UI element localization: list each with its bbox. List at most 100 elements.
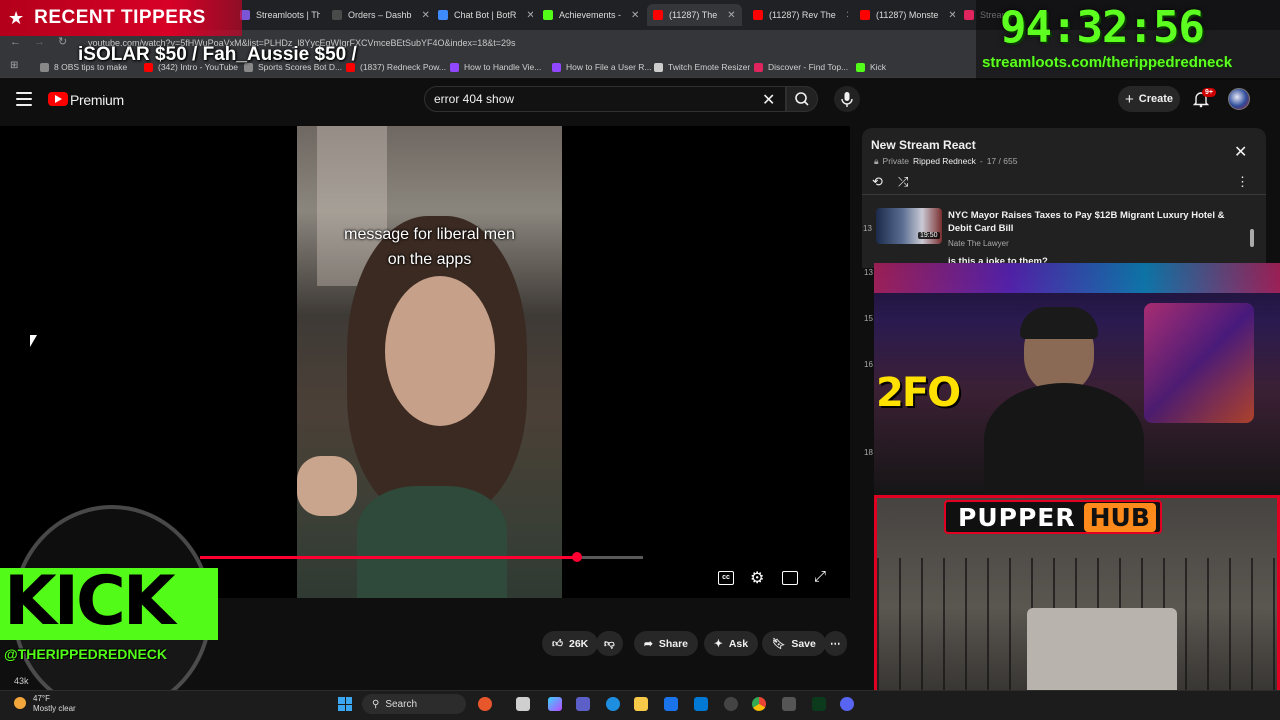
file-explorer-icon[interactable]	[634, 697, 648, 711]
windows-start-icon[interactable]	[338, 697, 352, 711]
bookmark-item[interactable]: Twitch Emote Resizer	[654, 60, 750, 74]
weather-desc: Mostly clear	[33, 704, 76, 713]
playlist-owner[interactable]: Ripped Redneck	[913, 156, 976, 167]
bookmark-label: How to File a User R...	[566, 62, 652, 72]
video-frame[interactable]	[297, 126, 562, 598]
playlist-title[interactable]: New Stream React	[871, 138, 976, 152]
browser-tab[interactable]: Streamloots | Th✕	[240, 4, 320, 26]
tab-favicon-icon	[332, 10, 342, 20]
taskbar-search[interactable]: ⚲ Search	[362, 694, 466, 714]
bookmark-item[interactable]: Kick	[856, 60, 886, 74]
weather-widget[interactable]: 47°F Mostly clear	[33, 694, 76, 714]
ask-button[interactable]: ✦ Ask	[704, 631, 759, 656]
hub-label: HUB	[1083, 502, 1156, 532]
store-icon[interactable]	[664, 697, 678, 711]
browser-tab[interactable]: (11287) Rev The ✕	[753, 4, 848, 26]
tab-favicon-icon	[543, 10, 553, 20]
youtube-logo-icon[interactable]	[48, 92, 68, 106]
save-label: Save	[791, 637, 816, 650]
share-button[interactable]: ➦ Share	[634, 631, 698, 656]
tab-favicon-icon	[964, 10, 974, 20]
terminal-icon[interactable]	[812, 697, 826, 711]
browser-tab[interactable]: Chat Bot | BotR ✕	[438, 4, 533, 26]
tab-favicon-icon	[860, 10, 870, 20]
search-input[interactable]	[434, 92, 734, 106]
playlist-divider	[862, 194, 1266, 195]
sparkle-icon: ✦	[714, 637, 723, 650]
apps-grid-icon[interactable]: ⊞	[10, 60, 18, 71]
playlist-item-title[interactable]: NYC Mayor Raises Taxes to Pay $12B Migra…	[948, 209, 1228, 235]
close-tab-icon[interactable]: ✕	[526, 10, 533, 21]
reload-icon[interactable]: ↻	[58, 35, 67, 48]
playlist-privacy: Private	[882, 156, 909, 166]
playlist-index: 15	[864, 314, 873, 323]
shuffle-icon[interactable]: ⤮	[898, 174, 908, 190]
dislike-button[interactable]: 👎︎	[596, 631, 623, 656]
save-button[interactable]: 🔖︎ Save	[762, 631, 826, 656]
more-actions-button[interactable]: ⋯	[824, 631, 847, 656]
search-button[interactable]	[786, 86, 818, 112]
outlook-icon[interactable]	[694, 697, 708, 711]
account-avatar[interactable]	[1228, 88, 1250, 110]
search-icon: ⚲	[372, 698, 380, 710]
edge-icon[interactable]	[606, 697, 620, 711]
browser-tab[interactable]: Orders – Dashb ✕	[332, 4, 432, 26]
subathon-timer: 94:32:56	[1000, 2, 1205, 53]
close-tab-icon[interactable]: ✕	[846, 10, 848, 21]
subtitles-icon[interactable]: cc	[718, 571, 734, 585]
playlist-item-channel[interactable]: Nate The Lawyer	[948, 239, 1009, 248]
bookmark-favicon-icon	[450, 62, 459, 72]
fullscreen-icon[interactable]: ⤢	[814, 568, 826, 585]
obs-icon[interactable]	[724, 697, 738, 711]
tab-label: Achievements -	[559, 10, 622, 20]
teams-icon[interactable]	[576, 697, 590, 711]
close-tab-icon[interactable]: ✕	[422, 10, 430, 21]
close-tab-icon[interactable]: ✕	[727, 10, 735, 21]
playlist-more-icon[interactable]: ⋮	[1236, 174, 1249, 190]
chrome-icon[interactable]	[752, 697, 766, 711]
browser-tab[interactable]: (11287) Monste ✕	[860, 4, 955, 26]
bookmark-item[interactable]: Discover - Find Top...	[754, 60, 848, 74]
bookmark-item[interactable]: How to Handle Vie...	[450, 60, 541, 74]
app-icon[interactable]	[782, 697, 796, 711]
streamloots-url: streamloots.com/therippedredneck	[982, 54, 1233, 71]
bookmark-label: (1837) Redneck Pow...	[360, 62, 446, 72]
tab-favicon-icon	[653, 10, 663, 20]
bookmark-favicon-icon	[856, 62, 865, 72]
share-label: Share	[658, 637, 688, 650]
browser-tab[interactable]: (11287) The ✕	[647, 4, 742, 26]
tab-label: Orders – Dashb	[348, 10, 412, 20]
notification-count-badge: 9+	[1202, 88, 1216, 97]
youtube-premium-label[interactable]: Premium	[70, 92, 124, 108]
task-view-icon[interactable]	[516, 697, 530, 711]
back-icon[interactable]: ←	[10, 36, 21, 48]
kick-handle: @THERIPPEDREDNECK	[4, 646, 168, 662]
loop-icon[interactable]: ⟲	[872, 174, 883, 190]
bookmark-item[interactable]: (1837) Redneck Pow...	[346, 60, 446, 74]
copilot-icon[interactable]	[548, 697, 562, 711]
like-button[interactable]: 👍︎ 26K	[542, 631, 599, 656]
voice-search-button[interactable]	[834, 86, 860, 112]
clear-search-icon[interactable]: ✕	[762, 90, 775, 110]
bookmark-favicon-icon	[754, 62, 763, 72]
progress-scrubber-handle[interactable]	[571, 552, 582, 562]
playlist-scrollbar[interactable]	[1250, 229, 1254, 247]
discord-icon[interactable]	[840, 697, 854, 711]
miniplayer-icon[interactable]	[782, 571, 798, 585]
bookmark-item[interactable]: How to File a User R...	[552, 60, 652, 74]
create-button[interactable]: + Create	[1118, 86, 1180, 112]
settings-gear-icon[interactable]: ⚙	[750, 568, 764, 588]
taskbar-search-label: Search	[385, 698, 418, 710]
close-tab-icon[interactable]: ✕	[631, 10, 638, 21]
browser-tab[interactable]: Achievements - ✕	[543, 4, 638, 26]
pupper-label: PUPPER	[958, 502, 1076, 532]
bookmark-favicon-icon	[654, 62, 663, 72]
playlist-index: 18	[864, 448, 873, 457]
menu-icon[interactable]	[14, 90, 34, 108]
close-playlist-icon[interactable]: ✕	[1234, 142, 1247, 162]
forward-icon[interactable]: →	[34, 36, 45, 48]
close-tab-icon[interactable]: ✕	[948, 10, 955, 21]
weather-icon[interactable]	[14, 697, 26, 709]
microphone-icon	[841, 92, 853, 107]
app-icon[interactable]	[478, 697, 492, 711]
